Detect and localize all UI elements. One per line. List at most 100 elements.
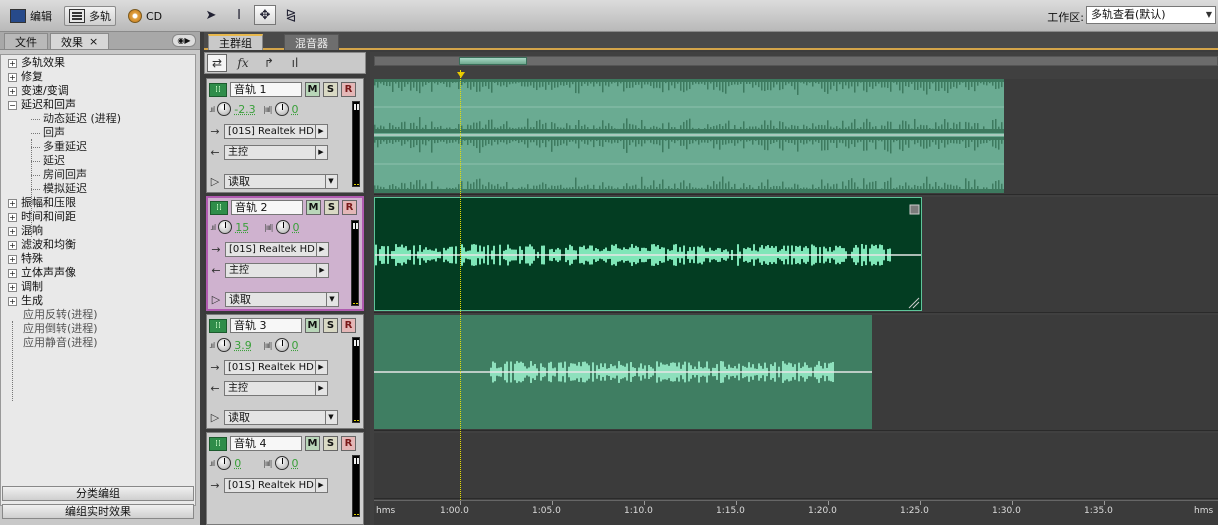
input-select[interactable]: [01S] Realtek HD: [224, 478, 328, 493]
expand-icon[interactable]: +: [8, 269, 17, 278]
time-ruler[interactable]: hms 1:00.0 1:05.0 1:10.0 1:15.0 1:20.0 1…: [374, 500, 1218, 525]
pan-value[interactable]: 0: [292, 339, 318, 352]
volume-value[interactable]: 3.9: [234, 339, 260, 352]
volume-knob[interactable]: [218, 220, 233, 234]
edit-mode-button[interactable]: 编辑: [6, 6, 56, 26]
audio-clip-2[interactable]: [374, 197, 922, 311]
multitrack-mode-button[interactable]: 多轨: [64, 6, 116, 26]
volume-knob[interactable]: [217, 338, 232, 352]
volume-value[interactable]: 0: [234, 457, 260, 470]
pan-knob[interactable]: [274, 456, 289, 470]
time-selection-tool-button[interactable]: Ⅰ: [228, 5, 250, 25]
collapse-icon[interactable]: −: [8, 101, 17, 110]
pan-value[interactable]: 0: [292, 103, 318, 116]
zoom-overview-bar[interactable]: [374, 56, 1218, 66]
volume-knob[interactable]: [217, 102, 232, 116]
track-header-1[interactable]: ⁞⁞ 音轨 1 M S R .ııl -2.3 |ıııl| 0 → [01S]…: [206, 78, 364, 193]
expand-icon[interactable]: +: [8, 283, 17, 292]
multitrack-timeline[interactable]: hms 1:00.0 1:05.0 1:10.0 1:15.0 1:20.0 1…: [370, 52, 1218, 525]
workspace-select[interactable]: 多轨查看(默认): [1086, 6, 1216, 24]
tree-item-apply-reverse[interactable]: 应用倒转(进程): [1, 322, 195, 336]
expand-icon[interactable]: +: [8, 87, 17, 96]
cd-mode-button[interactable]: CD: [124, 6, 166, 26]
eq-icon[interactable]: ıl: [285, 54, 305, 72]
volume-value[interactable]: 15: [235, 221, 261, 234]
solo-button[interactable]: S: [323, 318, 338, 333]
inputs-outputs-icon[interactable]: ⇄: [207, 54, 227, 72]
track-lane-1[interactable]: [374, 79, 1218, 195]
playhead-marker-icon[interactable]: [457, 72, 465, 78]
expand-triangle-icon[interactable]: ▷: [209, 411, 221, 424]
tree-item-generate[interactable]: + 生成: [1, 294, 195, 308]
record-button[interactable]: R: [341, 318, 356, 333]
output-select[interactable]: 主控: [224, 145, 328, 160]
expand-icon[interactable]: +: [8, 59, 17, 68]
expand-triangle-icon[interactable]: ▷: [210, 293, 222, 306]
track-name-field[interactable]: 音轨 3: [230, 318, 302, 333]
input-select[interactable]: [01S] Realtek HD: [224, 124, 328, 139]
mute-button[interactable]: M: [305, 318, 320, 333]
record-button[interactable]: R: [341, 82, 356, 97]
audio-clip-1[interactable]: [374, 79, 1004, 193]
expand-icon[interactable]: +: [8, 241, 17, 250]
move-tool-button[interactable]: ➤: [200, 5, 222, 25]
track-name-field[interactable]: 音轨 1: [230, 82, 302, 97]
expand-icon[interactable]: +: [8, 255, 17, 264]
automation-mode-select[interactable]: 读取: [224, 410, 338, 425]
tree-item-stereo-imagery[interactable]: + 立体声声像: [1, 266, 195, 280]
pan-knob[interactable]: [274, 338, 289, 352]
track-lane-2[interactable]: [374, 197, 1218, 313]
expand-triangle-icon[interactable]: ▷: [209, 175, 221, 188]
volume-knob[interactable]: [217, 456, 232, 470]
tab-effects[interactable]: 效果 ×: [50, 33, 110, 49]
panel-menu-button[interactable]: ◉▶: [172, 34, 196, 47]
record-button[interactable]: R: [342, 200, 357, 215]
input-select[interactable]: [01S] Realtek HD: [225, 242, 329, 257]
tree-item-restoration[interactable]: + 修复: [1, 70, 195, 84]
solo-button[interactable]: S: [323, 82, 338, 97]
close-icon[interactable]: ×: [89, 35, 98, 48]
track-name-field[interactable]: 音轨 4: [230, 436, 302, 451]
tree-item-echo[interactable]: 回声: [1, 126, 195, 140]
volume-value[interactable]: -2.3: [234, 103, 260, 116]
tree-item-multitrack-effects[interactable]: + 多轨效果: [1, 56, 195, 70]
track-header-4[interactable]: ⁞⁞ 音轨 4 M S R .ııl 0 |ıııl| 0 → [01S] Re…: [206, 432, 364, 525]
pan-value[interactable]: 0: [292, 457, 318, 470]
playhead-cursor[interactable]: [460, 70, 461, 510]
track-header-3[interactable]: ⁞⁞ 音轨 3 M S R .ııl 3.9 |ıııl| 0 → [01S] …: [206, 314, 364, 429]
track-lane-4[interactable]: [374, 433, 1218, 499]
tree-item-delay-echo[interactable]: − 延迟和回声: [1, 98, 195, 112]
pan-knob[interactable]: [274, 102, 289, 116]
solo-button[interactable]: S: [323, 436, 338, 451]
tree-item-apply-invert[interactable]: 应用反转(进程): [1, 308, 195, 322]
automation-mode-select[interactable]: 读取: [224, 174, 338, 189]
effects-icon[interactable]: fx: [233, 54, 253, 72]
tree-item-time-pitch[interactable]: + 变速/变调: [1, 84, 195, 98]
expand-icon[interactable]: +: [8, 199, 17, 208]
tab-files[interactable]: 文件: [4, 33, 48, 49]
group-by-category-button[interactable]: 分类编组: [2, 486, 194, 501]
tab-main-group[interactable]: 主群组: [208, 34, 263, 50]
mute-button[interactable]: M: [306, 200, 321, 215]
solo-button[interactable]: S: [324, 200, 339, 215]
audio-clip-3[interactable]: [374, 315, 872, 429]
scrub-tool-button[interactable]: ⧎: [280, 5, 302, 25]
tree-item-filter-eq[interactable]: + 滤波和均衡: [1, 238, 195, 252]
pan-knob[interactable]: [275, 220, 290, 234]
tree-item-dynamic-delay[interactable]: 动态延迟 (进程): [1, 112, 195, 126]
input-select[interactable]: [01S] Realtek HD: [224, 360, 328, 375]
tab-mixer[interactable]: 混音器: [284, 34, 339, 50]
expand-icon[interactable]: +: [8, 297, 17, 306]
expand-icon[interactable]: +: [8, 227, 17, 236]
track-name-field[interactable]: 音轨 2: [231, 200, 303, 215]
tree-item-modulation[interactable]: + 调制: [1, 280, 195, 294]
group-realtime-effects-button[interactable]: 编组实时效果: [2, 504, 194, 519]
tree-item-special[interactable]: + 特殊: [1, 252, 195, 266]
mute-button[interactable]: M: [305, 82, 320, 97]
track-header-2[interactable]: ⁞⁞ 音轨 2 M S R .ııl 15 |ıııl| 0 → [01S] R…: [206, 196, 364, 311]
mute-button[interactable]: M: [305, 436, 320, 451]
pan-value[interactable]: 0: [293, 221, 319, 234]
zoom-navigator-handle[interactable]: [459, 57, 527, 65]
automation-mode-select[interactable]: 读取: [225, 292, 339, 307]
expand-icon[interactable]: +: [8, 73, 17, 82]
